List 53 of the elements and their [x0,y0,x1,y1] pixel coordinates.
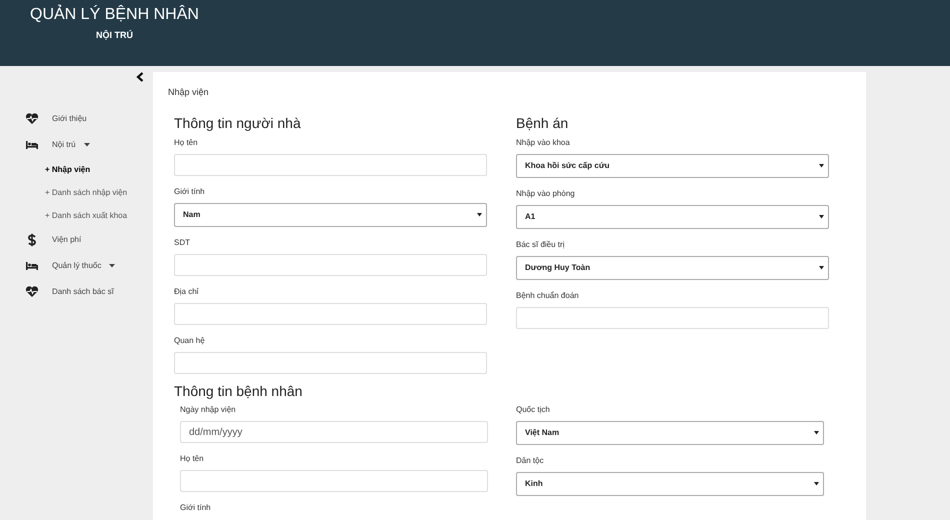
field-label: Họ tên [180,454,205,464]
field-label: Nhập vào khoa [516,138,571,148]
field-label: Quan hệ [174,336,206,346]
bed-icon [25,138,39,152]
bed-icon [25,259,39,273]
select-dropdown[interactable]: Kinh [516,472,824,496]
select-dropdown[interactable]: Khoa hồi sức cấp cứu [516,154,829,178]
sidebar-item[interactable]: Danh sách bác sĩ [25,285,114,299]
caret-icon [477,213,482,217]
field-label: SDT [174,238,191,248]
text-field[interactable] [174,154,487,176]
submenu-item[interactable]: + Danh sách xuất khoa [45,210,128,222]
heart-pulse-icon [25,285,39,299]
heart-pulse-icon [25,112,39,126]
sidebar-item[interactable]: Nội trú [25,138,90,152]
breadcrumb: Nhập viện [168,86,210,98]
field-label: Địa chỉ [174,287,200,297]
field-label: Nhập vào phòng [516,189,576,199]
select-dropdown[interactable]: Việt Nam [516,421,824,445]
caret-icon [819,266,824,270]
text-field[interactable] [174,254,487,276]
select-dropdown[interactable]: A1 [516,205,829,229]
caret-icon [819,215,824,219]
caret-icon [814,431,819,435]
section-heading: Bệnh án [516,115,570,131]
section-heading: Thông tin người nhà [174,115,302,131]
select-dropdown[interactable]: Nam [174,203,487,227]
select-dropdown[interactable]: Dương Huy Toàn [516,256,829,280]
caret-icon [819,164,824,168]
field-label: Quốc tịch [516,405,551,415]
app-subtitle: NỘI TRÚ [96,29,133,42]
app-title: QUẢN LÝ BỆNH NHÂN [30,6,199,24]
field-label: Họ tên [174,138,199,148]
field-label: Dân tộc [516,456,545,466]
field-label: Giới tính [180,503,212,513]
field-label: Bác sĩ điều trị [516,240,566,250]
text-field[interactable] [180,470,488,492]
field-label: Bệnh chuẩn đoán [516,291,580,301]
text-field[interactable] [174,303,487,325]
date-field[interactable]: dd/mm/yyyy [180,421,488,443]
submenu-item[interactable]: + Nhập viện [45,164,90,176]
text-field[interactable] [174,352,487,374]
caret-icon [814,482,819,486]
sidebar-item[interactable]: Giới thiệu [25,112,87,126]
field-label: Giới tính [174,187,206,197]
section-heading: Thông tin bệnh nhân [174,383,304,399]
sidebar-item[interactable]: Viện phí [25,233,82,247]
dollar-icon [25,233,39,247]
text-field[interactable] [516,307,829,329]
field-label: Ngày nhập viện [180,405,237,415]
collapse-icon [136,72,144,82]
sidebar-item[interactable]: Quản lý thuốc [25,259,116,273]
submenu-item[interactable]: + Danh sách nhập viện [45,186,128,198]
